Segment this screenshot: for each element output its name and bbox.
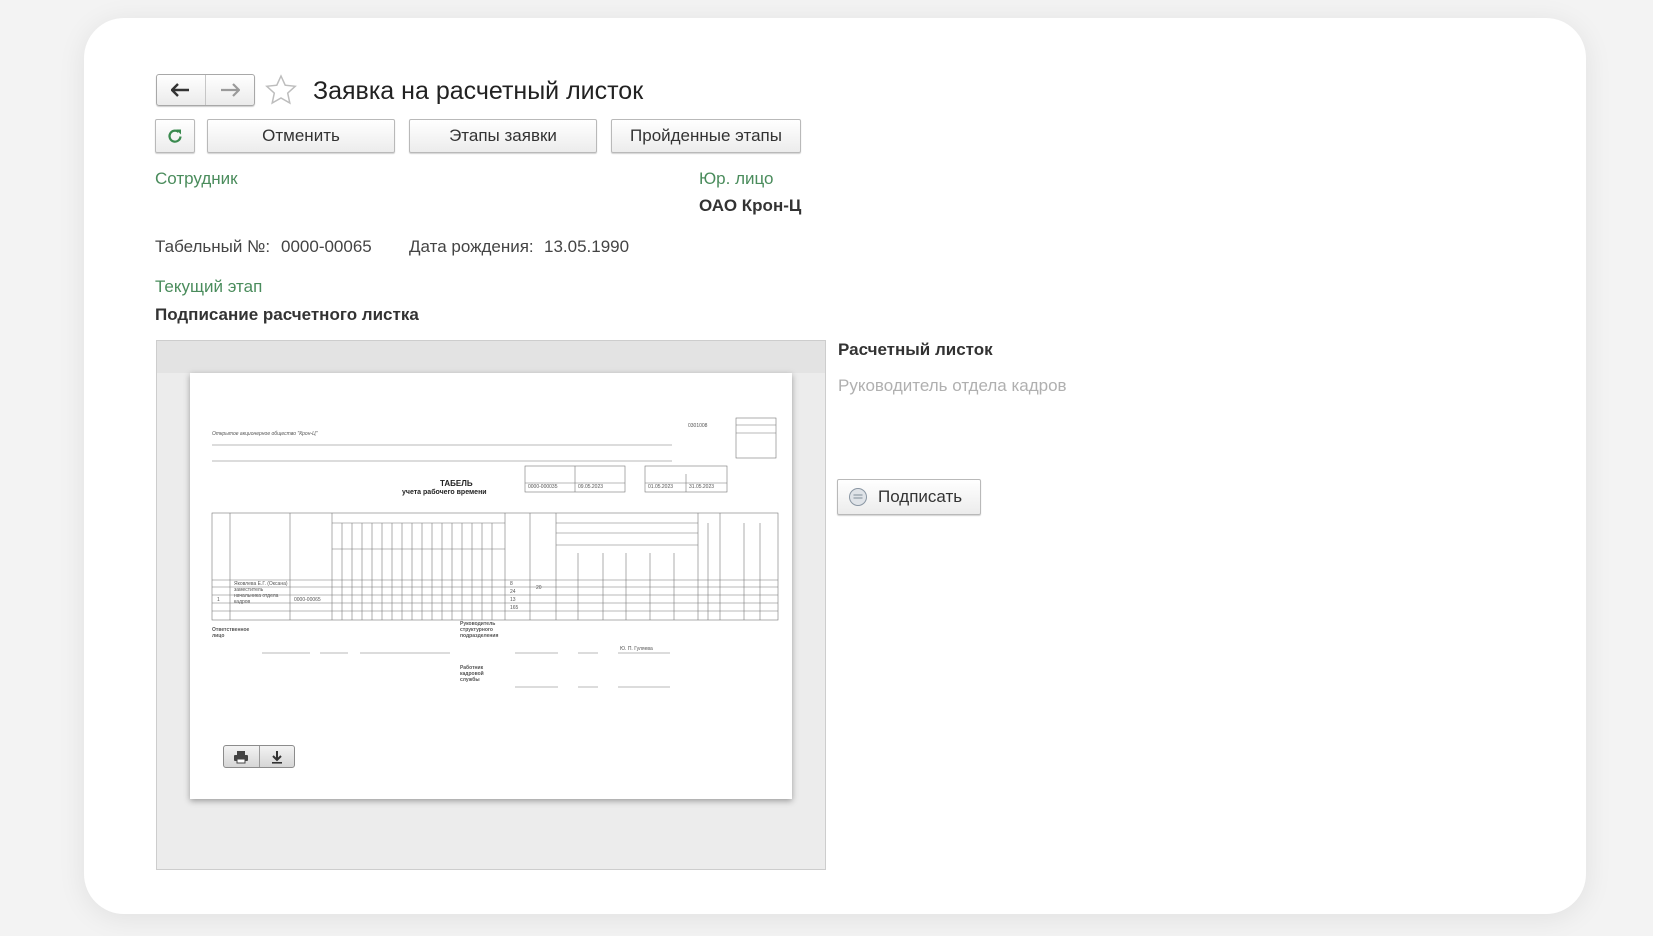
preview-toolbar (223, 745, 295, 768)
arrow-right-icon (221, 83, 240, 97)
star-icon[interactable] (265, 74, 297, 106)
sign-button-label: Подписать (878, 487, 963, 506)
print-button[interactable] (224, 746, 259, 767)
legal-entity-value[interactable]: ОАО Крон-Ц (699, 196, 801, 216)
payslip-subheading: Руководитель отдела кадров (838, 376, 1067, 395)
doc-org: Открытое акционерное общество "Крон-Ц" (212, 431, 318, 437)
birth-date-value: 13.05.1990 (544, 237, 630, 256)
doc-period-from: 01.05.2023 (648, 484, 674, 490)
back-button[interactable] (157, 75, 205, 105)
preview-header (157, 341, 825, 373)
cancel-button[interactable]: Отменить (207, 119, 395, 153)
sign-icon (849, 488, 867, 506)
passed-stages-button[interactable]: Пройденные этапы (611, 119, 801, 153)
doc-row-name: Яковлева Е.Г. (Оксана) заместитель начал… (234, 581, 288, 605)
doc-number: 0000-000035 (528, 484, 558, 490)
doc-title: ТАБЕЛЬ (440, 479, 473, 488)
doc-days-1: 20 (536, 585, 542, 591)
payslip-heading: Расчетный листок (838, 340, 993, 359)
refresh-button[interactable] (155, 119, 195, 153)
download-icon (271, 750, 282, 764)
doc-okud: 0301008 (688, 423, 708, 429)
doc-hours-3: 13 (510, 597, 516, 603)
doc-footer-name: Ю. П. Гуляева (620, 646, 653, 652)
doc-subtitle: учета рабочего времени (402, 489, 487, 496)
current-stage-label: Текущий этап (155, 277, 263, 296)
doc-footer-responsible: Ответственное лицо (212, 627, 250, 639)
forward-button[interactable] (205, 75, 254, 105)
arrow-left-icon (171, 83, 189, 97)
tab-no-value: 0000-00065 (281, 237, 372, 256)
doc-row-no: 1 (217, 597, 220, 603)
doc-hours-1: 8 (510, 581, 513, 587)
doc-footer-head: Руководитель структурного подразделения (460, 621, 499, 639)
birth-date-label: Дата рождения: (409, 237, 534, 256)
tab-no-label: Табельный №: (155, 237, 271, 256)
download-button[interactable] (258, 746, 295, 767)
printer-icon (234, 750, 249, 763)
doc-hours-4: 165 (510, 605, 519, 611)
stages-button[interactable]: Этапы заявки (409, 119, 597, 153)
history-nav (156, 74, 255, 106)
doc-date: 09.05.2023 (578, 484, 604, 490)
employee-label: Сотрудник (155, 169, 238, 188)
doc-hours-2: 24 (510, 589, 516, 595)
refresh-icon (168, 129, 182, 143)
doc-footer-hr: Работник кадровой службы (460, 665, 484, 683)
doc-row-tab: 0000-00065 (294, 597, 321, 603)
doc-period-to: 31.05.2023 (689, 484, 715, 490)
legal-entity-label: Юр. лицо (699, 169, 774, 188)
document-page: Открытое акционерное общество "Крон-Ц" 0… (190, 373, 792, 799)
current-stage-value: Подписание расчетного листка (155, 305, 419, 324)
page-title: Заявка на расчетный листок (313, 77, 644, 105)
document-preview[interactable]: Открытое акционерное общество "Крон-Ц" 0… (156, 340, 826, 870)
sign-button[interactable]: Подписать (837, 479, 981, 515)
